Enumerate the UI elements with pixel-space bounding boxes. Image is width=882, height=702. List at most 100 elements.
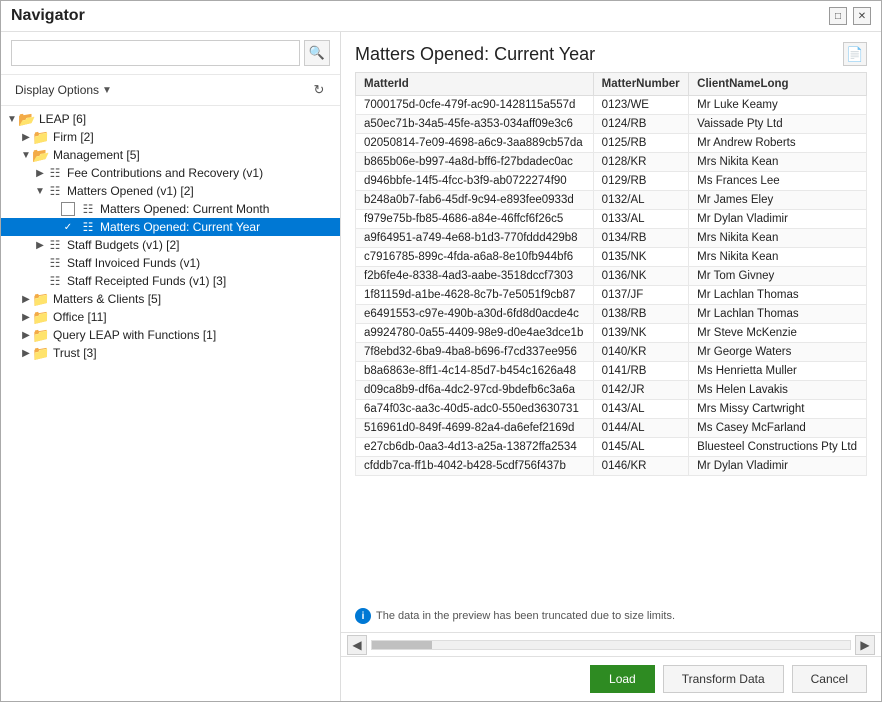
table-cell: Ms Casey McFarland	[689, 419, 867, 438]
table-cell: Mr Tom Givney	[689, 267, 867, 286]
tree-item-staff-budgets[interactable]: ▶ ☷ Staff Budgets (v1) [2]	[1, 236, 340, 254]
search-bar: 🔍	[1, 32, 340, 75]
scroll-right-button[interactable]: ▶	[855, 635, 875, 655]
search-input[interactable]	[11, 40, 300, 66]
table-cell: f2b6fe4e-8338-4ad3-aabe-3518dccf7303	[356, 267, 594, 286]
refresh-button[interactable]: ↻	[308, 79, 330, 101]
table-cell: Mr Andrew Roberts	[689, 134, 867, 153]
item-label: Management [5]	[53, 148, 140, 162]
right-panel-title: Matters Opened: Current Year	[355, 44, 595, 65]
grid-icon: ☷	[47, 184, 63, 198]
table-row: b8a6863e-8ff1-4c14-85d7-b454c1626a480141…	[356, 362, 867, 381]
grid-icon: ☷	[47, 274, 63, 288]
table-cell: Mrs Nikita Kean	[689, 229, 867, 248]
display-options-bar: Display Options ▼ ↻	[1, 75, 340, 106]
title-bar-controls: □ ✕	[829, 7, 871, 25]
horizontal-scrollbar[interactable]: ◀ ▶	[341, 632, 881, 656]
tree-item-fee-contributions[interactable]: ▶ ☷ Fee Contributions and Recovery (v1)	[1, 164, 340, 182]
minimize-button[interactable]: □	[829, 7, 847, 25]
table-cell: Mrs Nikita Kean	[689, 153, 867, 172]
tree-item-matters-current-year[interactable]: ✓ ☷ Matters Opened: Current Year	[1, 218, 340, 236]
table-cell: d09ca8b9-df6a-4dc2-97cd-9bdefb6c3a6a	[356, 381, 594, 400]
table-cell: 516961d0-849f-4699-82a4-da6efef2169d	[356, 419, 594, 438]
tree-item-matters-current-month[interactable]: ☷ Matters Opened: Current Month	[1, 200, 340, 218]
table-row: 6a74f03c-aa3c-40d5-adc0-550ed36307310143…	[356, 400, 867, 419]
grid-icon: ☷	[80, 220, 96, 234]
load-button[interactable]: Load	[590, 665, 655, 693]
tree-item-office[interactable]: ▶ 📁 Office [11]	[1, 308, 340, 326]
table-row: 7000175d-0cfe-479f-ac90-1428115a557d0123…	[356, 96, 867, 115]
table-cell: 0146/KR	[593, 457, 689, 476]
table-cell: 0124/RB	[593, 115, 689, 134]
table-cell: 0144/AL	[593, 419, 689, 438]
spacer	[47, 204, 61, 215]
expand-icon: ▼	[19, 150, 33, 161]
table-row: e27cb6db-0aa3-4d13-a25a-13872ffa25340145…	[356, 438, 867, 457]
table-cell: Mr Lachlan Thomas	[689, 286, 867, 305]
table-row: d09ca8b9-df6a-4dc2-97cd-9bdefb6c3a6a0142…	[356, 381, 867, 400]
table-cell: 7f8ebd32-6ba9-4ba8-b696-f7cd337ee956	[356, 343, 594, 362]
right-panel: Matters Opened: Current Year 📄 MatterId …	[341, 32, 881, 701]
table-cell: 0132/AL	[593, 191, 689, 210]
table-cell: Mr Dylan Vladimir	[689, 457, 867, 476]
tree-item-query-leap[interactable]: ▶ 📁 Query LEAP with Functions [1]	[1, 326, 340, 344]
tree-item-matters-clients[interactable]: ▶ 📁 Matters & Clients [5]	[1, 290, 340, 308]
table-cell: 1f81159d-a1be-4628-8c7b-7e5051f9cb87	[356, 286, 594, 305]
table-cell: Mr Luke Keamy	[689, 96, 867, 115]
folder-icon: 📁	[33, 346, 49, 360]
window-title: Navigator	[11, 7, 85, 25]
table-cell: 6a74f03c-aa3c-40d5-adc0-550ed3630731	[356, 400, 594, 419]
item-label: Office [11]	[53, 310, 107, 324]
expand-icon: ▶	[19, 132, 33, 143]
transform-data-button[interactable]: Transform Data	[663, 665, 784, 693]
item-label: Matters & Clients [5]	[53, 292, 161, 306]
table-row: b248a0b7-fab6-45df-9c94-e893fee0933d0132…	[356, 191, 867, 210]
tree-item-firm[interactable]: ▶ 📁 Firm [2]	[1, 128, 340, 146]
tree-item-trust[interactable]: ▶ 📁 Trust [3]	[1, 344, 340, 362]
table-cell: e27cb6db-0aa3-4d13-a25a-13872ffa2534	[356, 438, 594, 457]
checkbox-matters-month[interactable]	[61, 202, 75, 216]
table-row: b865b06e-b997-4a8d-bff6-f27bdadec0ac0128…	[356, 153, 867, 172]
col-client-name: ClientNameLong	[689, 73, 867, 96]
dropdown-arrow-icon: ▼	[102, 85, 112, 96]
expand-icon: ▶	[19, 294, 33, 305]
table-cell: Ms Helen Lavakis	[689, 381, 867, 400]
tree-container[interactable]: ▼ 📂 LEAP [6] ▶ 📁 Firm [2] ▼ 📂 Management…	[1, 106, 340, 701]
tree-item-matters-opened[interactable]: ▼ ☷ Matters Opened (v1) [2]	[1, 182, 340, 200]
data-table-container[interactable]: MatterId MatterNumber ClientNameLong 700…	[341, 72, 881, 600]
tree-item-leap[interactable]: ▼ 📂 LEAP [6]	[1, 110, 340, 128]
tree-item-staff-receipted[interactable]: ☷ Staff Receipted Funds (v1) [3]	[1, 272, 340, 290]
expand-icon: ▶	[33, 240, 47, 251]
table-cell: Ms Henrietta Muller	[689, 362, 867, 381]
item-label: Matters Opened: Current Year	[100, 220, 260, 234]
title-bar: Navigator □ ✕	[1, 1, 881, 32]
export-button[interactable]: 📄	[843, 42, 867, 66]
search-button[interactable]: 🔍	[304, 40, 330, 66]
table-cell: a9f64951-a749-4e68-b1d3-770fddd429b8	[356, 229, 594, 248]
tree-item-staff-invoiced[interactable]: ☷ Staff Invoiced Funds (v1)	[1, 254, 340, 272]
grid-icon: ☷	[47, 238, 63, 252]
grid-icon: ☷	[47, 256, 63, 270]
table-row: f2b6fe4e-8338-4ad3-aabe-3518dccf73030136…	[356, 267, 867, 286]
scroll-thumb[interactable]	[372, 641, 432, 649]
table-cell: 0128/KR	[593, 153, 689, 172]
bottom-bar: Load Transform Data Cancel	[341, 656, 881, 701]
col-matter-number: MatterNumber	[593, 73, 689, 96]
close-button[interactable]: ✕	[853, 7, 871, 25]
table-cell: Mr Lachlan Thomas	[689, 305, 867, 324]
scroll-track[interactable]	[371, 640, 851, 650]
display-options-label: Display Options	[15, 83, 99, 97]
table-row: a9924780-0a55-4409-98e9-d0e4ae3dce1b0139…	[356, 324, 867, 343]
table-cell: 0129/RB	[593, 172, 689, 191]
item-label: LEAP [6]	[39, 112, 86, 126]
folder-icon: 📂	[33, 148, 49, 162]
cancel-button[interactable]: Cancel	[792, 665, 867, 693]
scroll-left-button[interactable]: ◀	[347, 635, 367, 655]
table-cell: a50ec71b-34a5-45fe-a353-034aff09e3c6	[356, 115, 594, 134]
display-options-button[interactable]: Display Options ▼	[11, 81, 116, 99]
tree-item-management[interactable]: ▼ 📂 Management [5]	[1, 146, 340, 164]
table-row: a50ec71b-34a5-45fe-a353-034aff09e3c60124…	[356, 115, 867, 134]
expand-icon: ▶	[19, 330, 33, 341]
checkbox-matters-year[interactable]: ✓	[61, 220, 75, 234]
folder-icon: 📁	[33, 310, 49, 324]
